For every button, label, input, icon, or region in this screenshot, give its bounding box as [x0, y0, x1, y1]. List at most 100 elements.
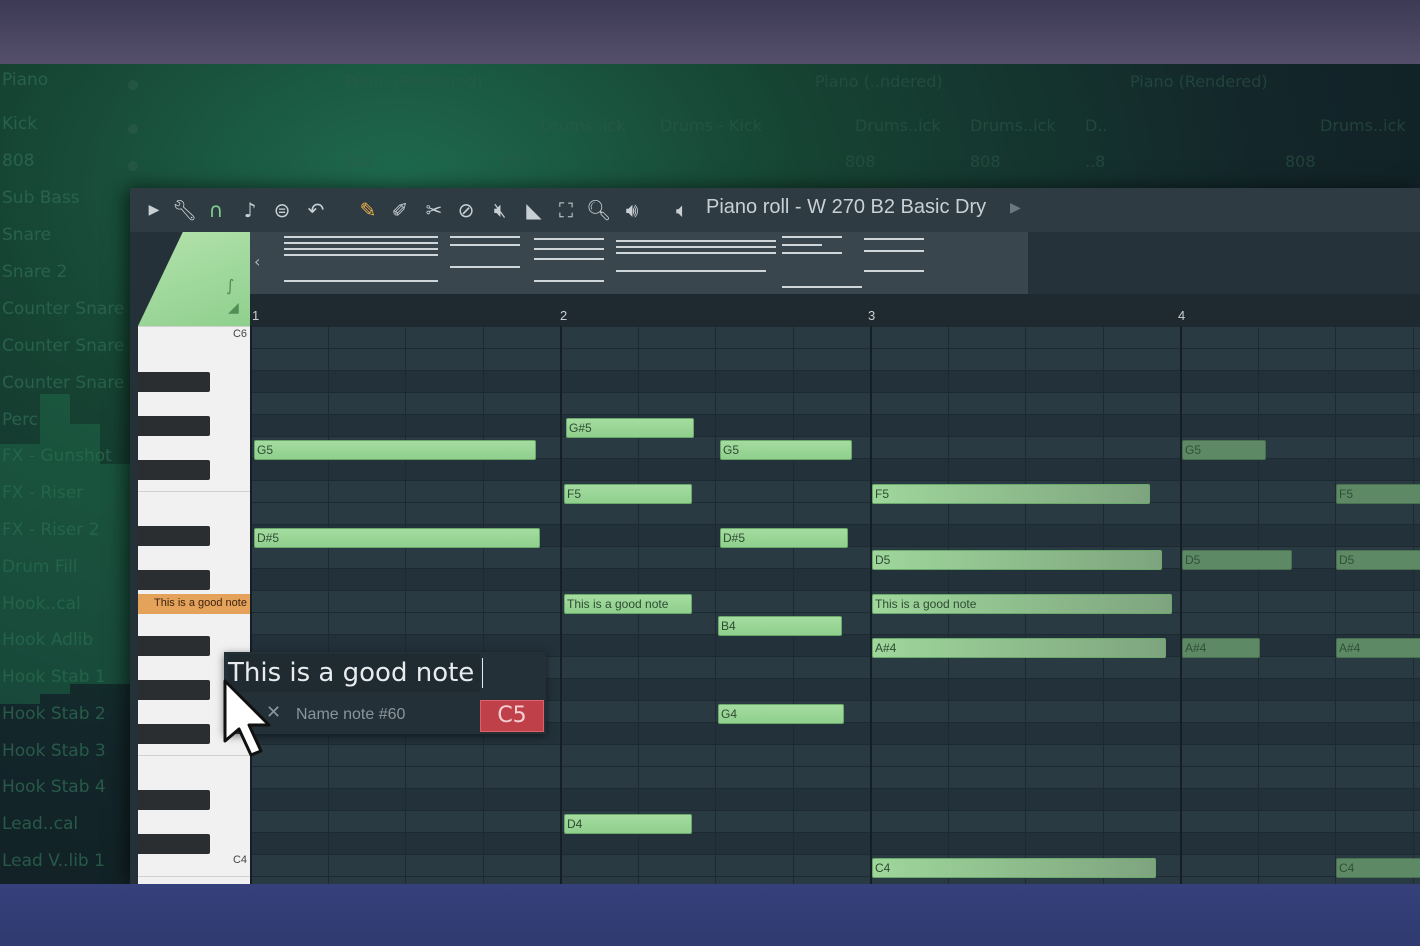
background-track: Counter Snare: [2, 299, 125, 319]
bar-number: 2: [560, 308, 568, 323]
background-track: Hook Stab 3: [2, 741, 106, 761]
pencil-icon[interactable]: ✎: [356, 198, 380, 222]
midi-note[interactable]: D5: [872, 550, 1162, 570]
note-label: G5: [1185, 443, 1202, 457]
grid-row-line: [250, 524, 1420, 525]
overview-note-line: [284, 242, 438, 244]
midi-note[interactable]: F5: [564, 484, 692, 504]
background-track: 808: [2, 151, 35, 171]
piano-keyboard[interactable]: C6 C4 This is a good note: [138, 326, 250, 884]
midi-note[interactable]: B4: [718, 616, 842, 636]
undo-icon[interactable]: ↶: [304, 198, 328, 222]
note-label: G#5: [569, 421, 592, 435]
black-key[interactable]: [138, 526, 210, 546]
black-key[interactable]: [138, 636, 210, 656]
note-label: G5: [723, 443, 740, 457]
midi-note[interactable]: F5: [1336, 484, 1420, 504]
black-key[interactable]: [138, 724, 210, 744]
midi-note[interactable]: D4: [564, 814, 692, 834]
slip-icon[interactable]: ◣: [522, 198, 546, 222]
note-label: D5: [1185, 553, 1201, 567]
magnet-icon[interactable]: ∩: [204, 198, 228, 222]
midi-note[interactable]: C4: [1336, 858, 1420, 878]
midi-note[interactable]: D#5: [254, 528, 540, 548]
mute-icon[interactable]: 🔇︎: [488, 198, 512, 222]
midi-note[interactable]: G5: [720, 440, 852, 460]
title-arrow-icon[interactable]: ▶: [1010, 200, 1021, 216]
pattern-overview[interactable]: ‹: [250, 232, 1048, 294]
note-key-button[interactable]: C5: [480, 700, 544, 732]
grid-row-dark: [250, 832, 1420, 854]
background-clip: D..: [1085, 116, 1108, 135]
midi-note[interactable]: F5: [872, 484, 1150, 504]
white-key-divider: [138, 326, 250, 327]
background-clip: ..8: [1085, 152, 1106, 171]
midi-note[interactable]: A#4: [872, 638, 1166, 658]
background-clip: Drums..ick: [540, 116, 626, 135]
bar-number: 3: [868, 308, 876, 323]
background-track: Piano: [2, 70, 49, 90]
black-key[interactable]: [138, 460, 210, 480]
mouse-pointer-icon: [223, 679, 271, 757]
grid-row-line: [250, 810, 1420, 811]
midi-note[interactable]: D5: [1182, 550, 1292, 570]
menu-circle-icon[interactable]: ⊜: [270, 198, 294, 222]
black-key[interactable]: [138, 680, 210, 700]
select-icon[interactable]: ⛶: [554, 198, 578, 222]
play-arrow-icon[interactable]: ▶: [142, 198, 166, 222]
background-clip: Drums..ick: [970, 116, 1056, 135]
note-icon[interactable]: ♪: [238, 198, 262, 222]
midi-note[interactable]: G5: [254, 440, 536, 460]
background-clip: 808: [970, 152, 1001, 171]
piano-roll-window: ▶ 🔧︎ ∩ ♪ ⊜ ↶ ✎ ✐ ✂ ⊘ 🔇︎ ◣ ⛶ 🔍︎ 🔊︎ 🔈︎ Pia…: [130, 188, 1420, 884]
black-key[interactable]: [138, 834, 210, 854]
overview-note-line: [864, 250, 924, 252]
wrench-icon[interactable]: 🔧︎: [172, 198, 197, 222]
chevron-left-icon[interactable]: ‹: [254, 252, 260, 271]
midi-note[interactable]: This is a good note: [872, 594, 1172, 614]
background-track: Hook Stab 2: [2, 704, 106, 724]
grid-beat-line: [482, 326, 484, 884]
grid-row-line: [250, 414, 1420, 415]
overview-note-line: [284, 254, 438, 256]
black-key[interactable]: [138, 790, 210, 810]
midi-note[interactable]: G4: [718, 704, 844, 724]
midi-note[interactable]: D5: [1336, 550, 1420, 570]
midi-note[interactable]: This is a good note: [564, 594, 692, 614]
highlighted-key[interactable]: This is a good note: [138, 594, 250, 614]
paintbrush-icon[interactable]: ✐: [388, 198, 412, 222]
delete-icon[interactable]: ⊘: [454, 198, 478, 222]
black-key[interactable]: [138, 372, 210, 392]
note-label: D5: [1339, 553, 1355, 567]
midi-note[interactable]: C4: [872, 858, 1156, 878]
curve-icon[interactable]: ∫: [226, 276, 234, 295]
midi-note[interactable]: G#5: [566, 418, 694, 438]
zoom-icon[interactable]: 🔍︎: [586, 198, 611, 222]
overview-note-line: [782, 252, 842, 254]
black-key[interactable]: [138, 570, 210, 590]
midi-note[interactable]: A#4: [1336, 638, 1420, 658]
note-label: F5: [567, 487, 582, 501]
midi-note[interactable]: G5: [1182, 440, 1266, 460]
note-label: G5: [257, 443, 274, 457]
background-clip: 808: [345, 152, 376, 171]
timeline-ruler[interactable]: 1 2 3 4: [250, 294, 1420, 326]
grid-row-dark: [250, 458, 1420, 480]
background-track: Snare 2: [2, 262, 68, 282]
grid-beat-line: [1335, 326, 1336, 884]
speaker-icon[interactable]: 🔈︎: [670, 198, 694, 222]
note-label: C4: [875, 861, 891, 875]
text-caret: [482, 658, 483, 688]
piano-roll-toolbar: ▶ 🔧︎ ∩ ♪ ⊜ ↶ ✎ ✐ ✂ ⊘ 🔇︎ ◣ ⛶ 🔍︎ 🔊︎ 🔈︎ Pia…: [130, 188, 1420, 232]
playback-icon[interactable]: 🔊︎: [620, 198, 644, 222]
midi-note[interactable]: D#5: [720, 528, 848, 548]
grid-row-dark: [250, 370, 1420, 392]
white-key-divider: [138, 876, 250, 877]
note-grid[interactable]: G5D#5G#4G#5F5This is a good noteD4G5D#5B…: [250, 326, 1420, 884]
ramp-icon[interactable]: ◢: [228, 300, 239, 316]
black-key[interactable]: [138, 416, 210, 436]
waveform-shape: [100, 464, 130, 684]
overview-note-line: [864, 270, 924, 272]
midi-note[interactable]: A#4: [1182, 638, 1260, 658]
slice-icon[interactable]: ✂: [422, 198, 446, 222]
